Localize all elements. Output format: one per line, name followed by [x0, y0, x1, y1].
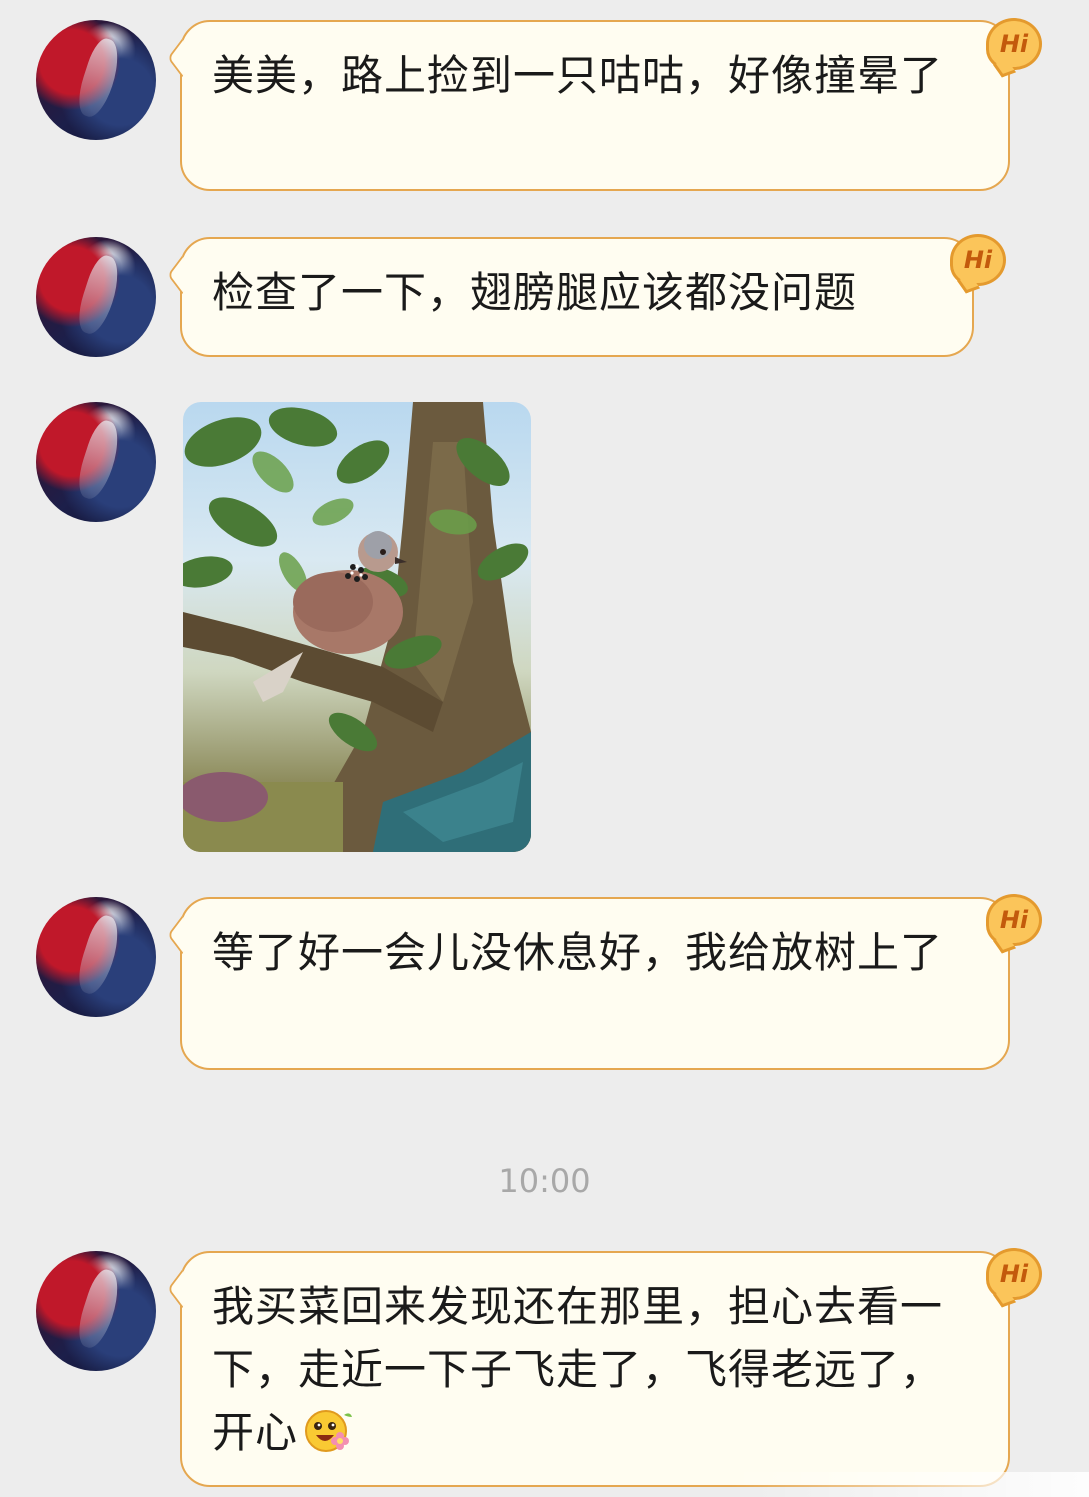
message-row	[0, 402, 1089, 852]
hi-badge-icon: Hi	[986, 18, 1042, 70]
sender-avatar[interactable]	[36, 402, 156, 522]
message-text: 美美，路上捡到一只咕咕，好像撞晕了	[212, 51, 944, 100]
message-bubble[interactable]: 等了好一会儿没休息好，我给放树上了	[180, 897, 1010, 1070]
hi-badge-icon: Hi	[986, 1248, 1042, 1300]
sender-avatar[interactable]	[36, 897, 156, 1017]
sender-avatar[interactable]	[36, 1251, 156, 1371]
message-text: 等了好一会儿没休息好，我给放树上了	[212, 928, 944, 977]
message-row: 等了好一会儿没休息好，我给放树上了 Hi	[0, 894, 1089, 1072]
hi-badge-icon: Hi	[950, 234, 1006, 286]
timestamp: 10:00	[498, 1162, 591, 1200]
message-bubble[interactable]: 检查了一下，翅膀腿应该都没问题	[180, 237, 974, 357]
message-row: 检查了一下，翅膀腿应该都没问题 Hi	[0, 234, 1089, 357]
hi-badge-icon: Hi	[986, 894, 1042, 946]
message-bubble[interactable]: 我买菜回来发现还在那里，担心去看一下，走近一下子飞走了，飞得老远了，开心	[180, 1251, 1010, 1487]
message-bubble[interactable]: 美美，路上捡到一只咕咕，好像撞晕了	[180, 20, 1010, 191]
sender-avatar[interactable]	[36, 20, 156, 140]
dove-photo[interactable]	[183, 402, 531, 852]
message-row: 美美，路上捡到一只咕咕，好像撞晕了 Hi	[0, 18, 1089, 193]
watermark-fade	[729, 1472, 1089, 1497]
message-text: 检查了一下，翅膀腿应该都没问题	[212, 268, 858, 317]
message-row: 我买菜回来发现还在那里，担心去看一下，走近一下子飞走了，飞得老远了，开心 Hi	[0, 1248, 1089, 1491]
sender-avatar[interactable]	[36, 237, 156, 357]
happy-flower-emoji-icon	[305, 1410, 353, 1452]
dove-photo-illustration	[183, 402, 531, 852]
